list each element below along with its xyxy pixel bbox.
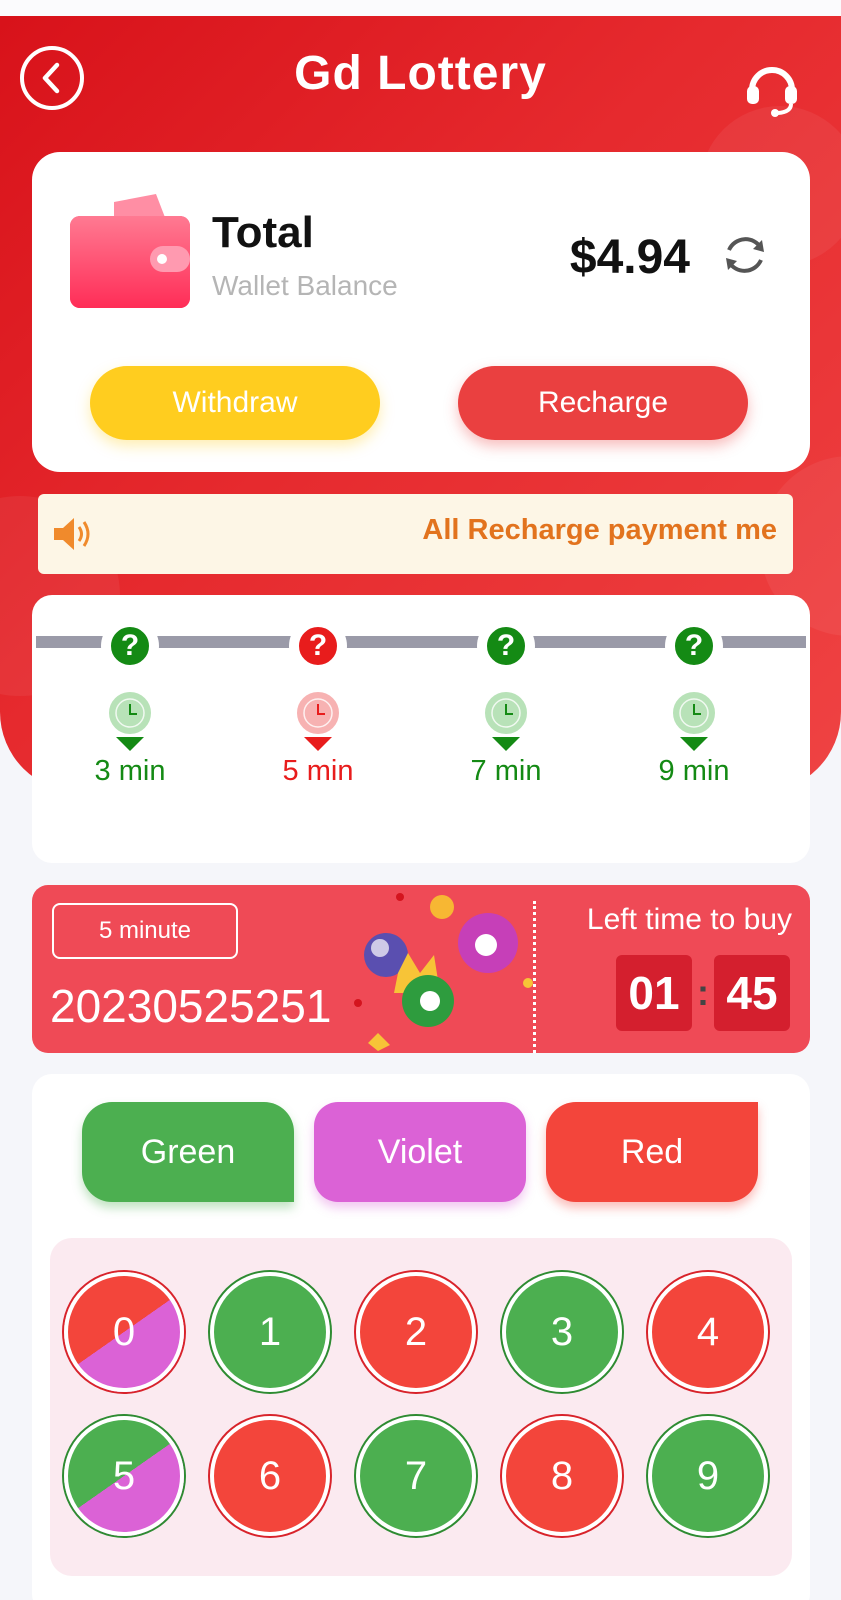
number-ball-1[interactable]: 1 <box>210 1272 330 1392</box>
question-icon: ? <box>107 623 153 669</box>
clock-icon <box>485 692 527 734</box>
game-type-selector: ? 3 min? 5 min? 7 min? 9 min <box>32 595 810 863</box>
wallet-icon <box>70 194 190 308</box>
game-tab-label: 5 min <box>282 755 354 787</box>
timer-separator: : <box>697 972 709 1013</box>
indicator-arrow <box>116 737 144 751</box>
number-ball-0[interactable]: 0 <box>64 1272 184 1392</box>
number-ball-5[interactable]: 5 <box>64 1416 184 1536</box>
number-ball-3[interactable]: 3 <box>502 1272 622 1392</box>
support-button[interactable] <box>742 58 802 118</box>
indicator-arrow <box>492 737 520 751</box>
indicator-arrow <box>304 737 332 751</box>
number-ball-8[interactable]: 8 <box>502 1416 622 1536</box>
number-grid: 01234 56789 <box>50 1238 792 1576</box>
notice-bar: All Recharge payment me <box>38 494 793 574</box>
wallet-subtitle: Wallet Balance <box>212 270 398 301</box>
clock-icon <box>297 692 339 734</box>
ticket-divider <box>533 901 536 1053</box>
game-tab-3[interactable]: ? 7 min <box>431 595 581 863</box>
bet-card: Green Violet Red 01234 56789 <box>32 1074 810 1600</box>
period-number: 20230525251 <box>50 980 332 1032</box>
bet-green-button[interactable]: Green <box>82 1102 294 1202</box>
number-ball-2[interactable]: 2 <box>356 1272 476 1392</box>
clock-icon <box>673 692 715 734</box>
game-tab-label: 7 min <box>470 755 542 787</box>
clock-icon <box>109 692 151 734</box>
question-icon: ? <box>295 623 341 669</box>
bet-violet-button[interactable]: Violet <box>314 1102 526 1202</box>
speaker-icon <box>54 518 90 550</box>
number-ball-9[interactable]: 9 <box>648 1416 768 1536</box>
left-time-label: Left time to buy <box>586 903 792 936</box>
lottery-balls-illustration <box>354 893 533 1051</box>
countdown-timer: 01 : 45 <box>616 955 790 1031</box>
app-header: Gd Lottery <box>0 16 841 132</box>
wallet-card: Total Wallet Balance $4.94 Withdraw Rech… <box>32 152 810 472</box>
game-tab-4[interactable]: ? 9 min <box>619 595 769 863</box>
withdraw-button[interactable]: Withdraw <box>90 366 380 440</box>
game-tab-label: 3 min <box>94 755 166 787</box>
notice-text: All Recharge payment me <box>422 514 777 546</box>
wallet-balance: $4.94 <box>569 231 690 284</box>
page-title: Gd Lottery <box>294 47 547 100</box>
question-icon: ? <box>671 623 717 669</box>
number-ball-4[interactable]: 4 <box>648 1272 768 1392</box>
game-tab-2[interactable]: ? 5 min <box>243 595 393 863</box>
number-ball-6[interactable]: 6 <box>210 1416 330 1536</box>
number-ball-7[interactable]: 7 <box>356 1416 476 1536</box>
status-strip <box>0 0 841 16</box>
game-tab-1[interactable]: ? 3 min <box>55 595 205 863</box>
wallet-total-label: Total <box>212 208 314 257</box>
bet-red-button[interactable]: Red <box>546 1102 758 1202</box>
round-info-card: 5 minute 20230525251 Left time to buy 01… <box>32 885 810 1053</box>
game-tab-label: 9 min <box>658 755 730 787</box>
indicator-arrow <box>680 737 708 751</box>
question-icon: ? <box>483 623 529 669</box>
game-mode-badge: 5 minute <box>52 903 238 959</box>
headset-icon <box>747 67 797 117</box>
timer-seconds: 45 <box>714 955 790 1031</box>
recharge-button[interactable]: Recharge <box>458 366 748 440</box>
timer-minutes: 01 <box>616 955 692 1031</box>
refresh-icon[interactable] <box>722 232 768 278</box>
